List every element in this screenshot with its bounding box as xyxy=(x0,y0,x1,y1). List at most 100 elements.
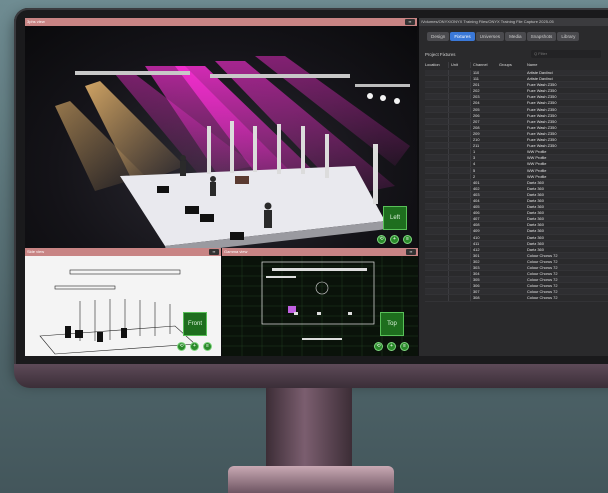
channel-cell: 5 xyxy=(473,167,476,173)
table-cell xyxy=(499,119,527,124)
column-header-unit[interactable]: Unit xyxy=(449,62,471,68)
column-header-channel[interactable]: Channel xyxy=(471,62,499,68)
top-viewport[interactable]: Top ⟲ + ≡ xyxy=(222,256,418,356)
table-cell xyxy=(499,247,527,252)
channel-cell: 111 xyxy=(473,76,479,82)
table-cell xyxy=(425,143,449,149)
view-3d-titlebar[interactable]: 3phs view ▪▪ xyxy=(25,18,417,26)
column-header-name[interactable]: Name xyxy=(527,62,608,68)
table-cell xyxy=(499,174,527,179)
table-cell xyxy=(449,246,471,252)
channel-cell: 412 xyxy=(473,246,480,252)
tab-fixtures[interactable]: Fixtures xyxy=(450,32,475,41)
channel-cell: 307 xyxy=(473,289,480,295)
table-cell xyxy=(449,191,471,197)
tab-design[interactable]: Design xyxy=(427,32,450,41)
channel-cell: 206 xyxy=(473,112,480,118)
channel-cell: 402 xyxy=(473,185,480,191)
tab-snapshots[interactable]: Snapshots xyxy=(526,32,557,41)
table-cell xyxy=(499,131,527,136)
zoom-icon[interactable]: + xyxy=(387,342,396,351)
table-cell xyxy=(449,197,471,204)
table-row[interactable]: 308 Colour Chorus 72 xyxy=(425,295,608,302)
top-plan-grid xyxy=(222,256,418,356)
table-cell xyxy=(425,137,449,143)
window-buttons-icon[interactable]: ▪▪ xyxy=(209,249,219,255)
orbit-icon[interactable]: ⟲ xyxy=(374,342,383,351)
top-view-titlebar[interactable]: Gamma view ▪▪ xyxy=(222,248,418,256)
name-cell: Artiste Daviinci xyxy=(527,76,553,82)
name-cell: Dartz 360 xyxy=(527,185,544,191)
column-header-groups[interactable]: Groups xyxy=(499,62,527,68)
tab-library[interactable]: Library xyxy=(557,32,580,41)
name-cell: Dartz 360 xyxy=(527,191,544,197)
menu-icon[interactable]: ≡ xyxy=(203,342,212,351)
channel-cell: 408 xyxy=(473,222,480,228)
name-cell: Fuze Wash Z350 xyxy=(527,118,557,124)
section-label: Project Fixtures xyxy=(425,52,456,57)
table-cell xyxy=(425,252,449,258)
table-cell xyxy=(449,112,471,118)
channel-cell: 301 xyxy=(473,252,480,258)
name-cell: Dartz 360 xyxy=(527,228,544,234)
tab-media[interactable]: Media xyxy=(505,32,526,41)
name-cell: Dartz 360 xyxy=(527,204,544,210)
channel-cell: 2 xyxy=(473,173,476,179)
orbit-icon[interactable]: ⟲ xyxy=(177,342,186,351)
view-3d-viewport[interactable]: Left ⟲ + ≡ xyxy=(25,26,417,248)
menu-icon[interactable]: ≡ xyxy=(400,342,409,351)
side-viewport[interactable]: Front ⟲ + ≡ xyxy=(25,256,221,356)
table-cell xyxy=(425,197,449,204)
table-cell xyxy=(499,88,527,93)
table-cell xyxy=(499,253,527,258)
table-cell xyxy=(499,283,527,288)
name-cell: Fuze Wash Z350 xyxy=(527,94,557,100)
table-cell xyxy=(425,179,449,185)
table-cell xyxy=(449,228,471,234)
window-buttons-icon[interactable]: ▪▪ xyxy=(405,19,415,25)
table-cell xyxy=(449,289,471,295)
table-cell xyxy=(425,204,449,210)
name-cell: Colour Chorus 72 xyxy=(527,258,558,264)
channel-cell: 110 xyxy=(473,70,480,75)
table-cell xyxy=(499,107,527,112)
side-view-titlebar[interactable]: Side view ▪▪ xyxy=(25,248,221,256)
viewcube-top[interactable]: Top xyxy=(380,312,404,336)
table-cell xyxy=(449,94,471,100)
table-cell xyxy=(449,283,471,289)
table-cell xyxy=(425,100,449,106)
filter-input[interactable]: Q Filter xyxy=(531,50,601,58)
table-cell xyxy=(499,265,527,270)
table-cell xyxy=(449,277,471,283)
viewcube-3d-label: Left xyxy=(389,215,400,221)
name-cell: Fuze Wash Z350 xyxy=(527,124,557,130)
table-cell xyxy=(449,88,471,94)
side-wireframe xyxy=(39,269,196,355)
viewcube-3d[interactable]: Left xyxy=(383,206,407,230)
channel-cell: 209 xyxy=(473,130,480,136)
zoom-icon[interactable]: + xyxy=(390,235,399,244)
table-cell xyxy=(449,234,471,240)
table-cell xyxy=(425,118,449,124)
viewcube-side[interactable]: Front xyxy=(183,312,207,336)
column-header-location[interactable]: Location xyxy=(425,62,449,68)
name-cell: WW Profile xyxy=(527,149,547,155)
table-cell xyxy=(449,76,471,82)
table-cell xyxy=(499,210,527,215)
name-cell: Dartz 360 xyxy=(527,246,544,252)
channel-cell: 308 xyxy=(473,295,480,301)
table-cell xyxy=(449,106,471,112)
tab-universes[interactable]: Universes xyxy=(475,32,505,41)
table-cell xyxy=(449,258,471,264)
menu-icon[interactable]: ≡ xyxy=(403,235,412,244)
orbit-icon[interactable]: ⟲ xyxy=(377,235,386,244)
fixture-table: 110 Artiste Daviinci 111 Artiste Daviinci 20… xyxy=(425,70,608,302)
table-cell xyxy=(425,283,449,289)
tab-bar: Design Fixtures Universes Media Snapshot… xyxy=(427,32,580,41)
name-cell: Colour Chorus 72 xyxy=(527,295,558,301)
channel-cell: 409 xyxy=(473,228,480,234)
table-cell xyxy=(449,70,471,76)
window-buttons-icon[interactable]: ▪▪ xyxy=(406,249,416,255)
zoom-icon[interactable]: + xyxy=(190,342,199,351)
name-cell: Fuze Wash Z350 xyxy=(527,143,557,149)
